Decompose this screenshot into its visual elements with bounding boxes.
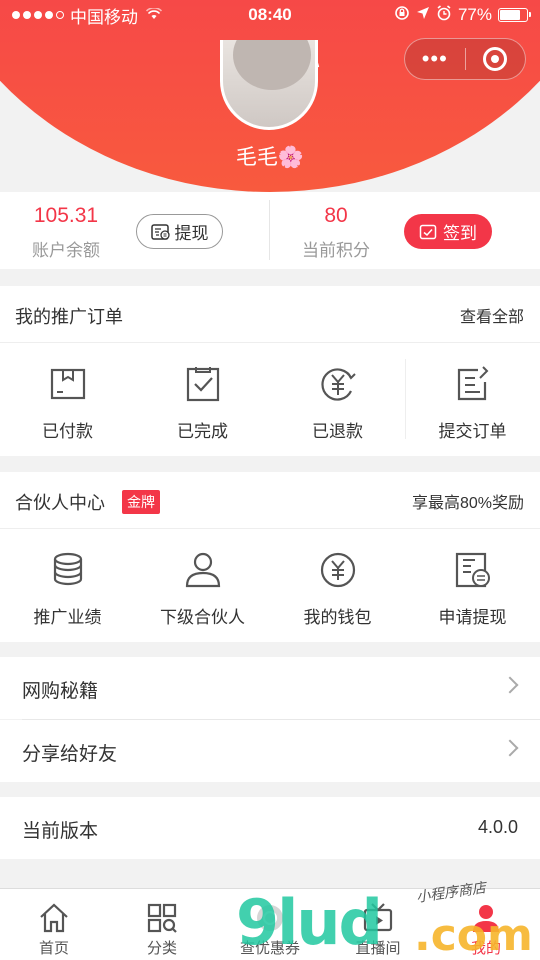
home-icon xyxy=(40,903,68,933)
tab-mine-label: 我的 xyxy=(470,940,501,957)
apply-withdraw-label: 申请提现 xyxy=(438,608,507,627)
balance-label: 账户余额 xyxy=(32,241,100,260)
tab-live[interactable]: 直播间 xyxy=(324,889,432,960)
yuan-refund-icon xyxy=(320,368,356,401)
sub-partners[interactable]: 下级合伙人 xyxy=(135,529,270,642)
battery-fill xyxy=(500,10,521,20)
clipboard-check-icon xyxy=(186,367,219,402)
miniprogram-capsule: ••• xyxy=(404,38,526,80)
order-refunded-label: 已退款 xyxy=(312,422,363,441)
balance-value: 105.31 xyxy=(33,204,99,227)
apply-withdraw[interactable]: 申请提现 xyxy=(405,529,540,642)
points-label: 当前积分 xyxy=(302,241,370,260)
rotation-lock-icon xyxy=(394,5,410,26)
promo-orders-header: 我的推广订单 查看全部 xyxy=(0,286,540,343)
partner-center-title: 合伙人中心 xyxy=(15,493,105,513)
coin-stack-icon xyxy=(53,552,82,586)
tab-mine[interactable]: 我的 xyxy=(432,889,540,960)
order-completed[interactable]: 已完成 xyxy=(135,343,270,456)
yuan-circle-icon xyxy=(320,552,355,588)
partner-grid: 推广业绩 下级合伙人 我的钱包 申请提现 xyxy=(0,529,540,642)
shopping-tips-label: 网购秘籍 xyxy=(22,681,99,702)
stats-divider xyxy=(269,200,270,260)
my-wallet[interactable]: 我的钱包 xyxy=(270,529,405,642)
view-all-link[interactable]: 查看全部 xyxy=(460,303,524,327)
withdraw-label: 提现 xyxy=(174,224,209,243)
promo-orders-title: 我的推广订单 xyxy=(15,307,123,327)
tab-bar: 首页 分类 查优惠券 直播间 我的 xyxy=(0,888,540,960)
order-paid[interactable]: 已付款 xyxy=(0,343,135,456)
chevron-right-icon xyxy=(501,676,519,694)
person-icon xyxy=(185,552,220,588)
withdraw-document-icon xyxy=(455,552,490,588)
tab-home[interactable]: 首页 xyxy=(0,889,108,960)
points-value: 80 xyxy=(324,204,348,227)
submit-order[interactable]: 提交订单 xyxy=(405,343,540,456)
account-stats: 105.31 账户余额 提现 80 当前积分 签到 xyxy=(0,192,540,269)
promo-orders-grid: 已付款 已完成 已退款 提交订单 xyxy=(0,343,540,456)
gold-badge: 金牌 xyxy=(122,490,160,514)
tab-category[interactable]: 分类 xyxy=(108,889,216,960)
close-button[interactable] xyxy=(465,47,525,71)
tv-icon xyxy=(363,903,393,932)
share-friends-row[interactable]: 分享给好友 xyxy=(0,720,540,782)
sub-partners-label: 下级合伙人 xyxy=(160,608,245,627)
profile-header: 中国移动 08:40 77% 个人中心 ••• 毛毛🌸 xyxy=(0,0,540,192)
version-row: 当前版本 4.0.0 xyxy=(0,797,540,859)
checkin-button[interactable]: 签到 xyxy=(404,214,492,249)
checkin-label: 签到 xyxy=(443,224,477,243)
partner-center-section: 合伙人中心 金牌 享最高80%奖励 推广业绩 下级合伙人 我的钱包 申请提现 xyxy=(0,472,540,642)
order-paid-label: 已付款 xyxy=(42,422,93,441)
promo-performance-label: 推广业绩 xyxy=(33,608,102,627)
tab-category-label: 分类 xyxy=(146,940,177,957)
version-value: 4.0.0 xyxy=(477,817,518,837)
shopping-tips-row[interactable]: 网购秘籍 xyxy=(0,657,540,719)
wifi-icon xyxy=(145,7,163,23)
partner-center-header: 合伙人中心 金牌 享最高80%奖励 xyxy=(0,472,540,529)
signal-icon xyxy=(12,11,64,19)
promo-performance[interactable]: 推广业绩 xyxy=(0,529,135,642)
status-bar: 中国移动 08:40 77% xyxy=(0,0,540,30)
alarm-icon xyxy=(436,4,452,26)
coupon-icon xyxy=(257,905,283,931)
version-label: 当前版本 xyxy=(22,821,99,842)
more-button[interactable]: ••• xyxy=(405,39,465,79)
chevron-right-icon xyxy=(501,739,519,757)
tab-coupons[interactable]: 查优惠券 xyxy=(216,889,324,960)
share-friends-label: 分享给好友 xyxy=(22,744,118,765)
calendar-check-icon xyxy=(419,224,437,239)
location-icon xyxy=(416,5,430,25)
battery-percent: 77% xyxy=(457,5,492,24)
target-icon xyxy=(483,47,508,71)
edit-document-icon xyxy=(457,366,488,401)
order-refunded[interactable]: 已退款 xyxy=(270,343,405,456)
category-icon xyxy=(147,903,177,933)
promo-orders-section: 我的推广订单 查看全部 已付款 已完成 已退款 提交订单 xyxy=(0,286,540,456)
box-icon xyxy=(50,368,85,400)
order-completed-label: 已完成 xyxy=(177,422,228,441)
carrier-name: 中国移动 xyxy=(70,7,138,27)
withdraw-button[interactable]: 提现 xyxy=(136,214,223,249)
battery-icon xyxy=(498,8,531,22)
my-wallet-label: 我的钱包 xyxy=(303,608,372,627)
user-icon xyxy=(473,905,499,932)
tab-live-label: 直播间 xyxy=(355,940,401,957)
reward-text[interactable]: 享最高80%奖励 xyxy=(412,489,524,513)
tab-home-label: 首页 xyxy=(38,940,69,957)
submit-order-label: 提交订单 xyxy=(438,422,507,441)
tab-coupons-label: 查优惠券 xyxy=(239,940,300,957)
wallet-icon xyxy=(150,223,170,240)
username: 毛毛🌸 xyxy=(235,146,305,169)
